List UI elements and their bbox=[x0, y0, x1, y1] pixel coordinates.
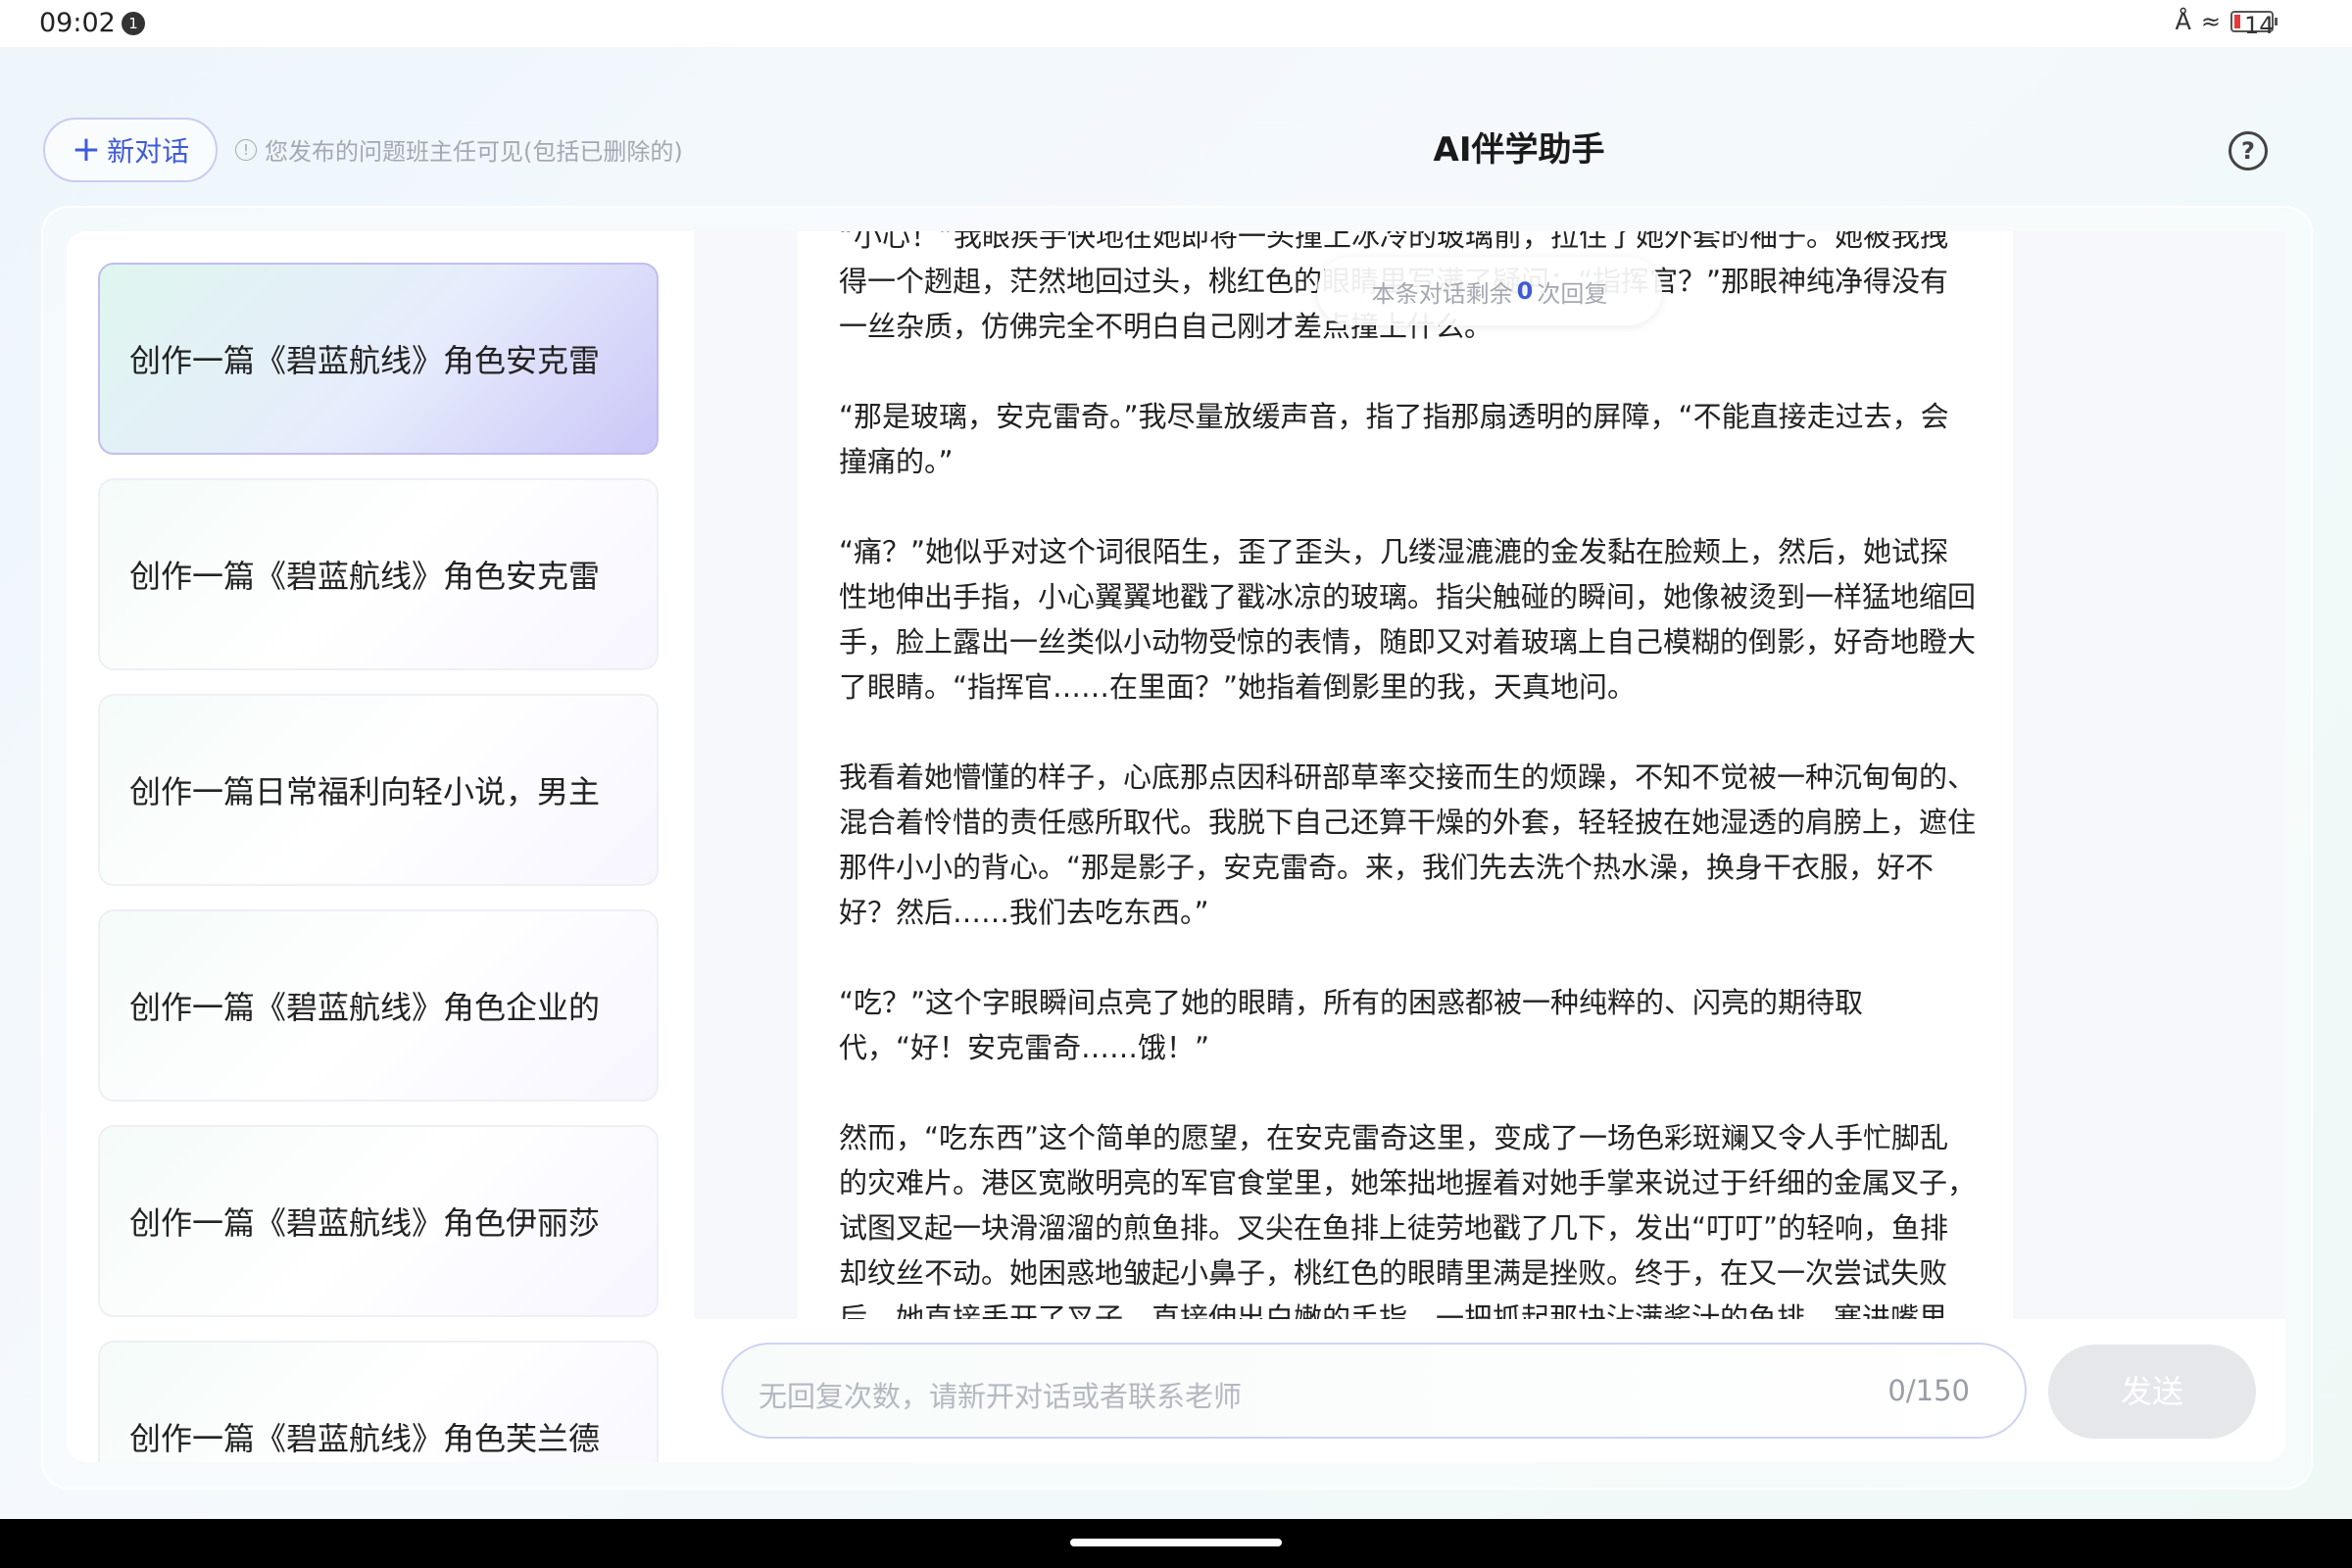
info-icon: ! bbox=[235, 138, 257, 161]
battery-icon: 14 bbox=[2230, 11, 2278, 39]
conversation-title: 创作一篇《碧蓝航线》角色伊丽莎 bbox=[129, 1204, 601, 1242]
remaining-prefix: 本条对话剩余 bbox=[1371, 279, 1513, 308]
message-paragraph: 然而，“吃东西”这个简单的愿望，在安克雷奇这里，变成了一场色彩斑斓又令人手忙脚乱… bbox=[839, 1121, 1977, 1319]
status-icons: Å ≈ 14 bbox=[2175, 8, 2278, 39]
conversation-item[interactable]: 创作一篇《碧蓝航线》角色安克雷 bbox=[98, 478, 659, 670]
conversation-title: 创作一篇《碧蓝航线》角色安克雷 bbox=[129, 342, 601, 379]
conversation-title: 创作一篇《碧蓝航线》角色安克雷 bbox=[129, 558, 601, 595]
remaining-count: 0 bbox=[1516, 277, 1534, 305]
plus-icon: + bbox=[71, 129, 102, 170]
send-button[interactable]: 发送 bbox=[2048, 1345, 2256, 1439]
visibility-notice: ! 您发布的问题班主任可见(包括已删除的) bbox=[235, 132, 683, 167]
input-placeholder: 无回复次数，请新开对话或者联系老师 bbox=[759, 1380, 1243, 1413]
page-title: AI伴学助手 bbox=[1433, 130, 1605, 170]
status-time: 09:02 bbox=[39, 8, 116, 38]
notification-badge: 1 bbox=[122, 12, 145, 35]
conversation-item[interactable]: 创作一篇《碧蓝航线》角色企业的 bbox=[98, 909, 659, 1102]
message-paragraph: 我看着她懵懂的样子，心底那点因科研部草率交接而生的烦躁，不知不觉被一种沉甸甸的、… bbox=[839, 760, 1977, 929]
remaining-suffix: 次回复 bbox=[1537, 279, 1608, 308]
new-chat-label: 新对话 bbox=[107, 135, 190, 168]
battery-level: 14 bbox=[2244, 12, 2275, 39]
conversation-list: 创作一篇《碧蓝航线》角色安克雷 创作一篇《碧蓝航线》角色安克雷 创作一篇日常福利… bbox=[67, 231, 694, 1462]
message-body: “小心！”我眼疾手快地在她即将一头撞上冰冷的玻璃前，拉住了她外套的袖子。她被我拽… bbox=[839, 231, 1976, 1319]
char-counter: 0/150 bbox=[1887, 1374, 1970, 1407]
message-paragraph: “痛？”她似乎对这个词很陌生，歪了歪头，几缕湿漉漉的金发黏在脸颊上，然后，她试探… bbox=[839, 535, 1977, 704]
conversation-title: 创作一篇日常福利向轻小说，男主 bbox=[129, 773, 601, 810]
new-chat-button[interactable]: + 新对话 bbox=[43, 118, 218, 182]
message-paragraph: “吃？”这个字眼瞬间点亮了她的眼睛，所有的困惑都被一种纯粹的、闪亮的期待取代，“… bbox=[839, 986, 1864, 1064]
conversation-title: 创作一篇《碧蓝航线》角色企业的 bbox=[129, 989, 601, 1026]
bluetooth-icon: Å bbox=[2175, 8, 2191, 35]
remaining-replies-badge: 本条对话剩余 0 次回复 bbox=[1317, 257, 1662, 325]
conversation-item[interactable]: 创作一篇《碧蓝航线》角色芙兰德 bbox=[98, 1341, 659, 1462]
status-bar: 09:02 1 Å ≈ 14 bbox=[0, 0, 2352, 47]
assistant-message: “小心！”我眼疾手快地在她即将一头撞上冰冷的玻璃前，拉住了她外套的袖子。她被我拽… bbox=[798, 231, 2013, 1319]
conversation-item[interactable]: 创作一篇《碧蓝航线》角色安克雷 bbox=[98, 263, 659, 455]
navigation-bar bbox=[0, 1519, 2352, 1568]
conversation-item[interactable]: 创作一篇日常福利向轻小说，男主 bbox=[98, 694, 659, 886]
conversation-item[interactable]: 创作一篇《碧蓝航线》角色伊丽莎 bbox=[98, 1125, 659, 1317]
notice-text: 您发布的问题班主任可见(包括已删除的) bbox=[265, 138, 683, 166]
message-input[interactable]: 无回复次数，请新开对话或者联系老师 0/150 bbox=[721, 1343, 2027, 1439]
help-icon[interactable]: ? bbox=[2229, 131, 2268, 171]
home-handle[interactable] bbox=[1070, 1539, 1282, 1546]
wifi-icon: ≈ bbox=[2200, 8, 2221, 35]
message-paragraph: “那是玻璃，安克雷奇。”我尽量放缓声音，指了指那扇透明的屏障，“不能直接走过去，… bbox=[839, 400, 1949, 478]
conversation-title: 创作一篇《碧蓝航线》角色芙兰德 bbox=[129, 1420, 601, 1457]
